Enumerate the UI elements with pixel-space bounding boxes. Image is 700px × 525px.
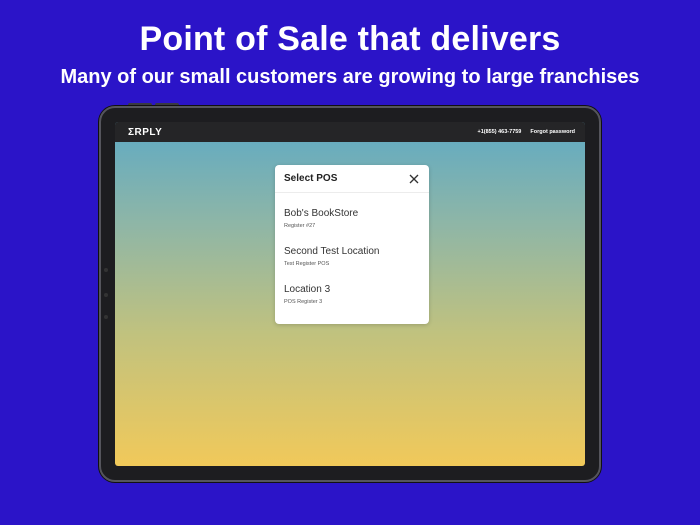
pos-register-name: POS Register 3 xyxy=(284,299,323,305)
select-pos-dialog: Select POS Bob's BookStore Register #27 … xyxy=(275,165,429,324)
erply-logo: ΣRPLY xyxy=(128,126,163,138)
forgot-password-link[interactable]: Forgot password xyxy=(530,129,575,135)
promo-page: Point of Sale that delivers Many of our … xyxy=(0,0,700,525)
close-button[interactable] xyxy=(408,173,420,185)
pos-location-name: Second Test Location xyxy=(284,246,380,257)
pos-location-name: Bob's BookStore xyxy=(284,208,359,219)
device-sensor-dot xyxy=(104,315,108,319)
dialog-header: Select POS xyxy=(275,165,429,193)
promo-subheadline: Many of our small customers are growing … xyxy=(60,66,640,88)
app-screen: ΣRPLY +1(855) 463-7759 Forgot password S… xyxy=(115,122,585,466)
pos-list-item[interactable]: Second Test Location Test Register POS xyxy=(275,239,429,277)
close-icon xyxy=(409,174,419,183)
device-sensor-dot xyxy=(104,293,108,297)
pos-list: Bob's BookStore Register #27 Second Test… xyxy=(275,193,429,315)
pos-list-item[interactable]: Bob's BookStore Register #27 xyxy=(275,201,429,239)
pos-location-name: Location 3 xyxy=(284,284,331,295)
pos-list-item[interactable]: Location 3 POS Register 3 xyxy=(275,277,429,315)
device-sensor-dot xyxy=(104,268,108,272)
support-phone: +1(855) 463-7759 xyxy=(477,129,522,135)
promo-headline: Point of Sale that delivers xyxy=(139,20,561,58)
dialog-title: Select POS xyxy=(284,173,338,184)
topbar-links: +1(855) 463-7759 Forgot password xyxy=(477,129,575,135)
pos-register-name: Register #27 xyxy=(284,223,316,229)
pos-register-name: Test Register POS xyxy=(284,261,330,267)
app-topbar: ΣRPLY +1(855) 463-7759 Forgot password xyxy=(115,122,585,142)
